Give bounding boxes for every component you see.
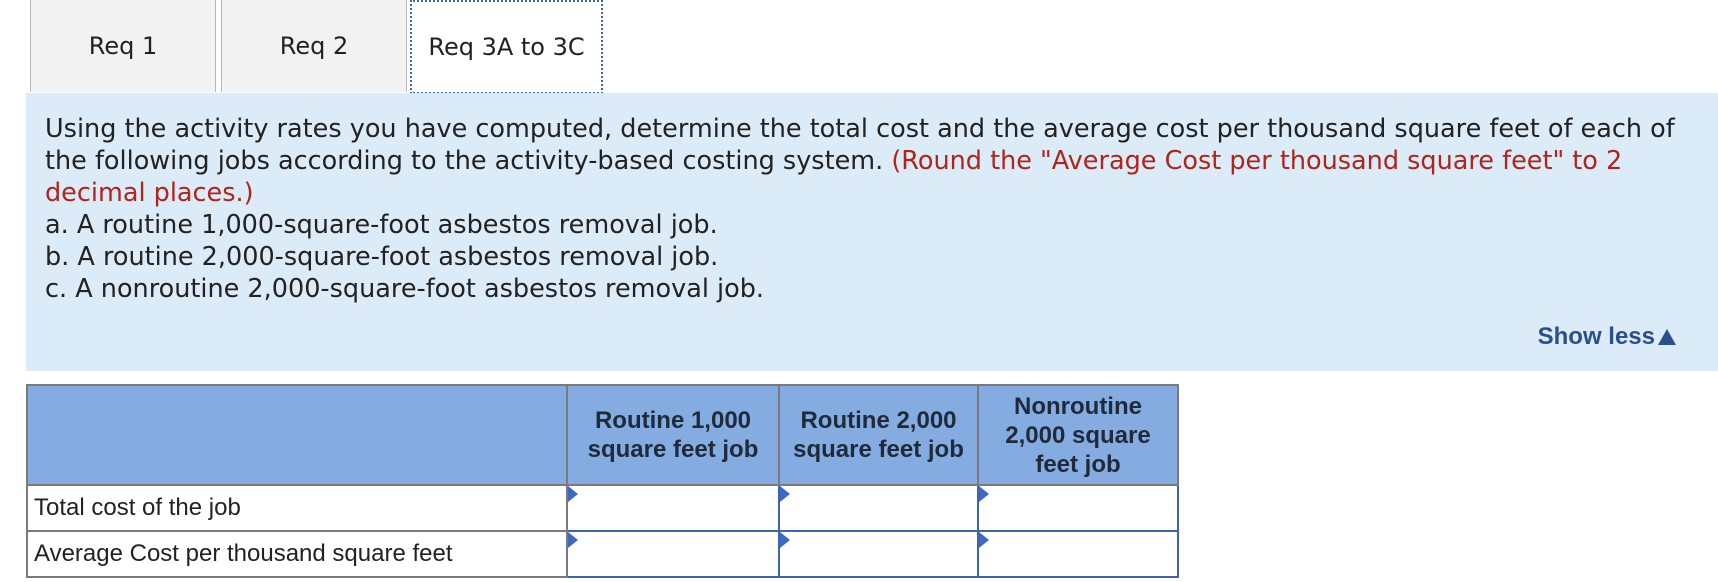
table-header-row: Routine 1,000 square feet job Routine 2,… <box>26 384 1179 486</box>
row-label-average-cost: Average Cost per thousand square feet <box>26 530 568 578</box>
row-label-total-cost: Total cost of the job <box>26 484 568 532</box>
job-item-a: a. A routine 1,000-square-foot asbestos … <box>45 210 718 240</box>
instruction-panel: Using the activity rates you have comput… <box>26 93 1718 371</box>
table-row-average-cost: Average Cost per thousand square feet <box>26 530 1179 578</box>
requirement-tabs: Req 1 Req 2 Req 3A to 3C <box>30 0 1718 94</box>
job-item-c: c. A nonroutine 2,000-square-foot asbest… <box>45 274 764 304</box>
average-cost-routine-2000-cell <box>778 530 979 578</box>
tab-req-3a-to-3c[interactable]: Req 3A to 3C <box>410 0 603 94</box>
average-cost-nonroutine-2000-input[interactable] <box>979 533 1177 575</box>
job-list: a. A routine 1,000-square-foot asbestos … <box>45 209 1698 305</box>
average-cost-routine-1000-cell <box>566 530 780 578</box>
tab-req-3a-to-3c-label: Req 3A to 3C <box>428 33 585 61</box>
tab-req-2[interactable]: Req 2 <box>221 0 407 92</box>
total-cost-routine-1000-cell <box>566 484 780 532</box>
instruction-text: Using the activity rates you have comput… <box>45 113 1698 209</box>
show-less-button[interactable]: Show less <box>1538 323 1676 351</box>
total-cost-routine-2000-cell <box>778 484 979 532</box>
tab-req-2-label: Req 2 <box>279 32 349 60</box>
column-header-nonroutine-2000: Nonroutine 2,000 square feet job <box>977 384 1179 486</box>
total-cost-routine-1000-input[interactable] <box>568 487 778 529</box>
tab-req-1-label: Req 1 <box>88 32 158 60</box>
total-cost-nonroutine-2000-input[interactable] <box>979 487 1177 529</box>
column-header-routine-2000: Routine 2,000 square feet job <box>778 384 979 486</box>
page: Req 1 Req 2 Req 3A to 3C Using the activ… <box>0 0 1718 582</box>
column-header-routine-1000: Routine 1,000 square feet job <box>566 384 780 486</box>
caret-up-icon <box>1658 329 1676 345</box>
average-cost-nonroutine-2000-cell <box>977 530 1179 578</box>
total-cost-routine-2000-input[interactable] <box>780 487 977 529</box>
average-cost-routine-2000-input[interactable] <box>780 533 977 575</box>
header-blank-cell <box>26 384 568 486</box>
table-row-total-cost: Total cost of the job <box>26 484 1179 532</box>
average-cost-routine-1000-input[interactable] <box>568 533 778 575</box>
job-item-b: b. A routine 2,000-square-foot asbestos … <box>45 242 719 272</box>
job-cost-table: Routine 1,000 square feet job Routine 2,… <box>26 384 1179 578</box>
show-less-label: Show less <box>1537 323 1655 350</box>
total-cost-nonroutine-2000-cell <box>977 484 1179 532</box>
tab-req-1[interactable]: Req 1 <box>30 0 216 92</box>
